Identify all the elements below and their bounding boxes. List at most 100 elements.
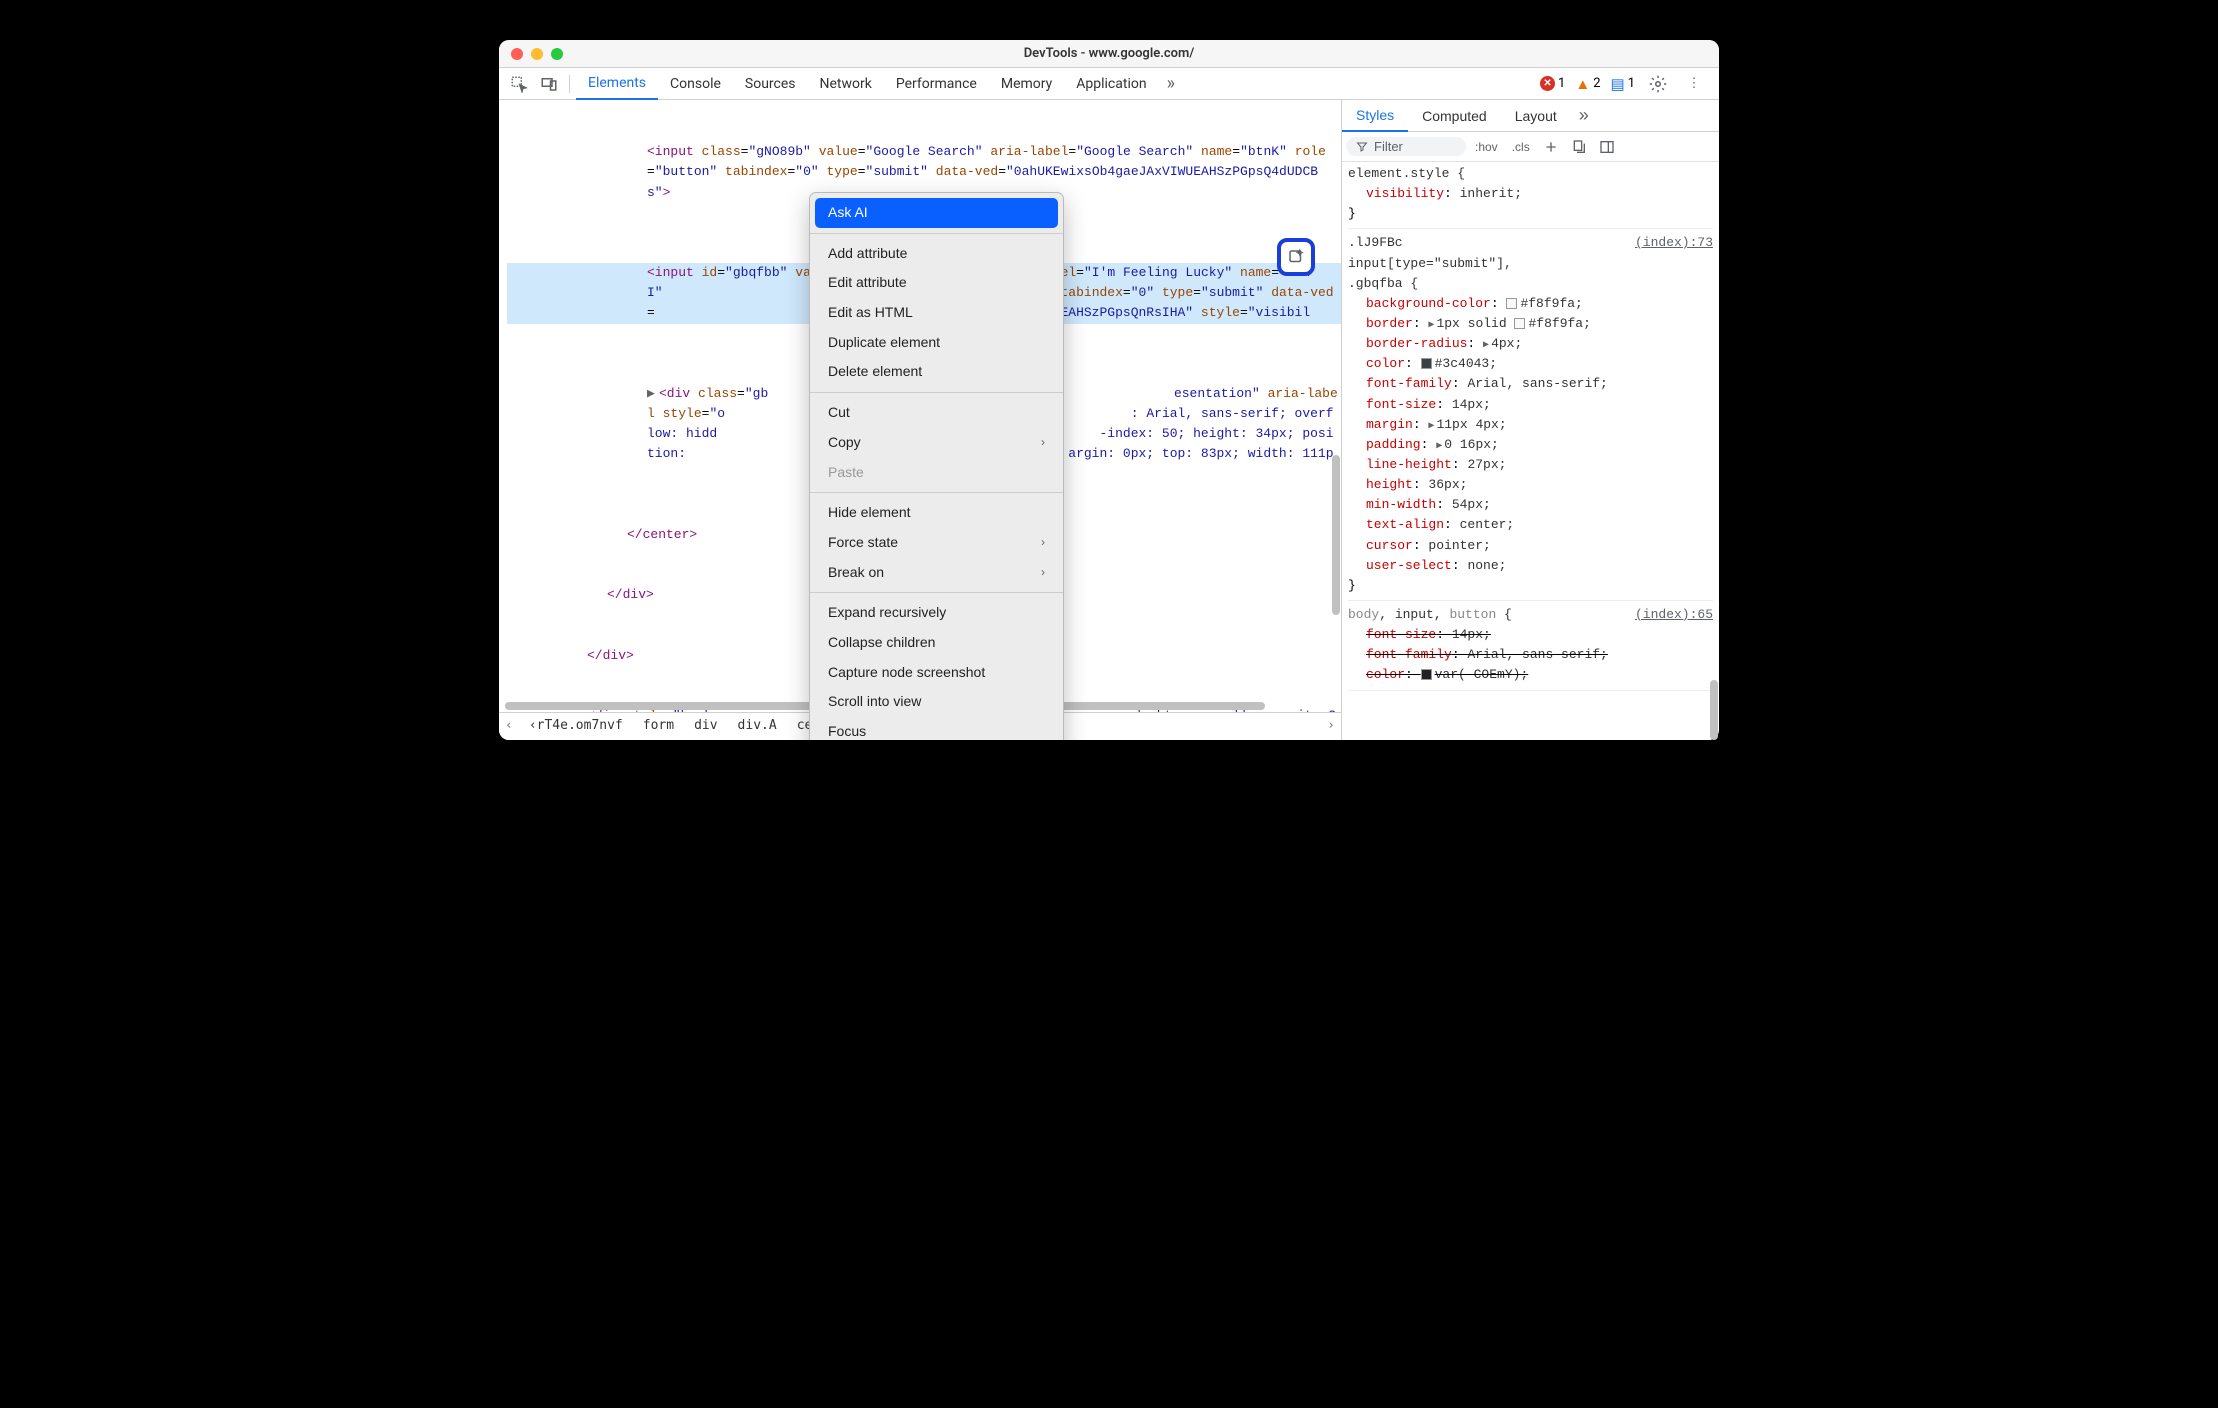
color-swatch[interactable] [1421,358,1432,369]
style-rule[interactable]: body, input, button { (index):65 font-si… [1348,605,1713,691]
ctx-edit-as-html[interactable]: Edit as HTML [810,298,1063,328]
minimize-window-button[interactable] [531,48,543,60]
toggle-sidebar-icon[interactable] [1595,135,1619,159]
vertical-scrollbar[interactable] [1710,100,1720,740]
breadcrumb-item[interactable]: form [633,716,684,736]
ctx-delete-element[interactable]: Delete element [810,357,1063,387]
ask-ai-badge[interactable] [1277,238,1315,276]
rtab-computed[interactable]: Computed [1408,100,1501,132]
inspect-element-icon[interactable] [505,70,533,98]
toolbar-separator [569,75,570,93]
tabs-overflow-icon[interactable]: » [1159,73,1183,94]
device-toolbar-icon[interactable] [535,70,563,98]
style-property[interactable]: margin: ▶11px 4px; [1348,415,1713,435]
ctx-edit-attribute[interactable]: Edit attribute [810,268,1063,298]
expand-triangle-icon[interactable]: ▶ [1428,419,1434,435]
style-property[interactable]: user-select: none; [1348,556,1713,576]
ctx-add-attribute[interactable]: Add attribute [810,239,1063,269]
tab-memory[interactable]: Memory [989,68,1064,100]
style-rule-element[interactable]: element.style { visibility: inherit; } [1348,164,1713,229]
styles-filter-input[interactable]: Filter [1346,137,1466,156]
color-swatch[interactable] [1514,318,1525,329]
close-window-button[interactable] [511,48,523,60]
rtab-overflow-icon[interactable]: » [1571,105,1597,126]
style-property-overridden[interactable]: font-size: 14px; [1348,625,1713,645]
hov-toggle[interactable]: :hov [1470,138,1503,156]
style-property[interactable]: visibility: inherit; [1348,184,1713,204]
warning-icon: ▲ [1575,75,1590,93]
ctx-capture-screenshot[interactable]: Capture node screenshot [810,658,1063,688]
style-property[interactable]: padding: ▶0 16px; [1348,435,1713,455]
cls-toggle[interactable]: .cls [1507,138,1535,156]
color-swatch[interactable] [1506,298,1517,309]
chevron-right-icon: › [1041,563,1045,582]
tab-sources[interactable]: Sources [733,68,808,100]
scrollbar-thumb[interactable] [1710,680,1718,740]
breadcrumb-item[interactable]: div [684,716,727,736]
breadcrumb-scroll-left[interactable]: ‹ [499,716,519,736]
breadcrumb-item[interactable]: ‹rT4e.om7nvf [519,716,633,736]
ctx-duplicate-element[interactable]: Duplicate element [810,328,1063,358]
style-property[interactable]: cursor: pointer; [1348,536,1713,556]
breadcrumb-item[interactable]: div.A [728,716,787,736]
ctx-ask-ai[interactable]: Ask AI [815,198,1058,228]
style-property[interactable]: height: 36px; [1348,475,1713,495]
warnings-indicator[interactable]: ▲ 2 [1575,75,1600,93]
style-selector: .lJ9FBcinput[type="submit"],.gbqfba { [1348,233,1512,293]
style-property[interactable]: color: #3c4043; [1348,354,1713,374]
ctx-break-on[interactable]: Break on› [810,558,1063,588]
style-property[interactable]: font-size: 14px; [1348,395,1713,415]
issues-indicator[interactable]: ▤ 1 [1611,75,1636,93]
style-property[interactable]: border-radius: ▶4px; [1348,334,1713,354]
breadcrumb-scroll-right[interactable]: › [1321,716,1341,736]
ctx-cut[interactable]: Cut [810,398,1063,428]
style-selector: body, input, button { [1348,605,1512,625]
settings-icon[interactable] [1645,71,1671,97]
tab-performance[interactable]: Performance [884,68,989,100]
ctx-hide-element[interactable]: Hide element [810,498,1063,528]
source-link[interactable]: (index):73 [1635,233,1713,293]
style-property[interactable]: text-align: center; [1348,515,1713,535]
ctx-force-state[interactable]: Force state› [810,528,1063,558]
ctx-separator [810,592,1063,593]
style-property-overridden[interactable]: font-family: Arial, sans-serif; [1348,645,1713,665]
expand-triangle-icon[interactable]: ▶ [1483,338,1489,354]
maximize-window-button[interactable] [551,48,563,60]
ctx-focus[interactable]: Focus [810,717,1063,740]
new-style-rule-icon[interactable] [1539,135,1563,159]
expand-icon[interactable]: ▶ [647,384,659,404]
style-property[interactable]: line-height: 27px; [1348,455,1713,475]
rtab-layout[interactable]: Layout [1501,100,1571,132]
tab-elements[interactable]: Elements [576,68,658,100]
ctx-copy[interactable]: Copy› [810,428,1063,458]
tab-console[interactable]: Console [658,68,733,100]
style-property-overridden[interactable]: color: var( COEmY); [1348,665,1713,685]
tab-network[interactable]: Network [808,68,884,100]
context-menu: Ask AI Add attribute Edit attribute Edit… [809,192,1064,740]
style-selector: element.style { [1348,164,1713,184]
ctx-scroll-into-view[interactable]: Scroll into view [810,687,1063,717]
ctx-force-state-label: Force state [828,532,898,554]
style-rule[interactable]: .lJ9FBcinput[type="submit"],.gbqfba { (i… [1348,233,1713,601]
vertical-scrollbar[interactable] [1331,100,1341,712]
style-property[interactable]: border: ▶1px solid #f8f9fa; [1348,314,1713,334]
dom-tree-panel[interactable]: <input class="gNO89b" value="Google Sear… [499,100,1341,740]
style-property[interactable]: background-color: #f8f9fa; [1348,294,1713,314]
color-swatch[interactable] [1421,669,1432,680]
ctx-separator [810,233,1063,234]
style-property[interactable]: font-family: Arial, sans-serif; [1348,374,1713,394]
source-link[interactable]: (index):65 [1635,605,1713,625]
styles-rules[interactable]: element.style { visibility: inherit; } .… [1342,162,1719,740]
scrollbar-thumb[interactable] [1332,455,1340,615]
rtab-styles[interactable]: Styles [1342,100,1408,132]
expand-triangle-icon[interactable]: ▶ [1436,439,1442,455]
copy-styles-icon[interactable] [1567,135,1591,159]
errors-indicator[interactable]: ✕ 1 [1540,76,1565,91]
tab-application[interactable]: Application [1064,68,1158,100]
devtools-window: DevTools - www.google.com/ Elements Cons… [499,40,1719,740]
ctx-expand-recursively[interactable]: Expand recursively [810,598,1063,628]
kebab-menu-icon[interactable]: ⋮ [1681,71,1707,97]
expand-triangle-icon[interactable]: ▶ [1428,318,1434,334]
style-property[interactable]: min-width: 54px; [1348,495,1713,515]
ctx-collapse-children[interactable]: Collapse children [810,628,1063,658]
